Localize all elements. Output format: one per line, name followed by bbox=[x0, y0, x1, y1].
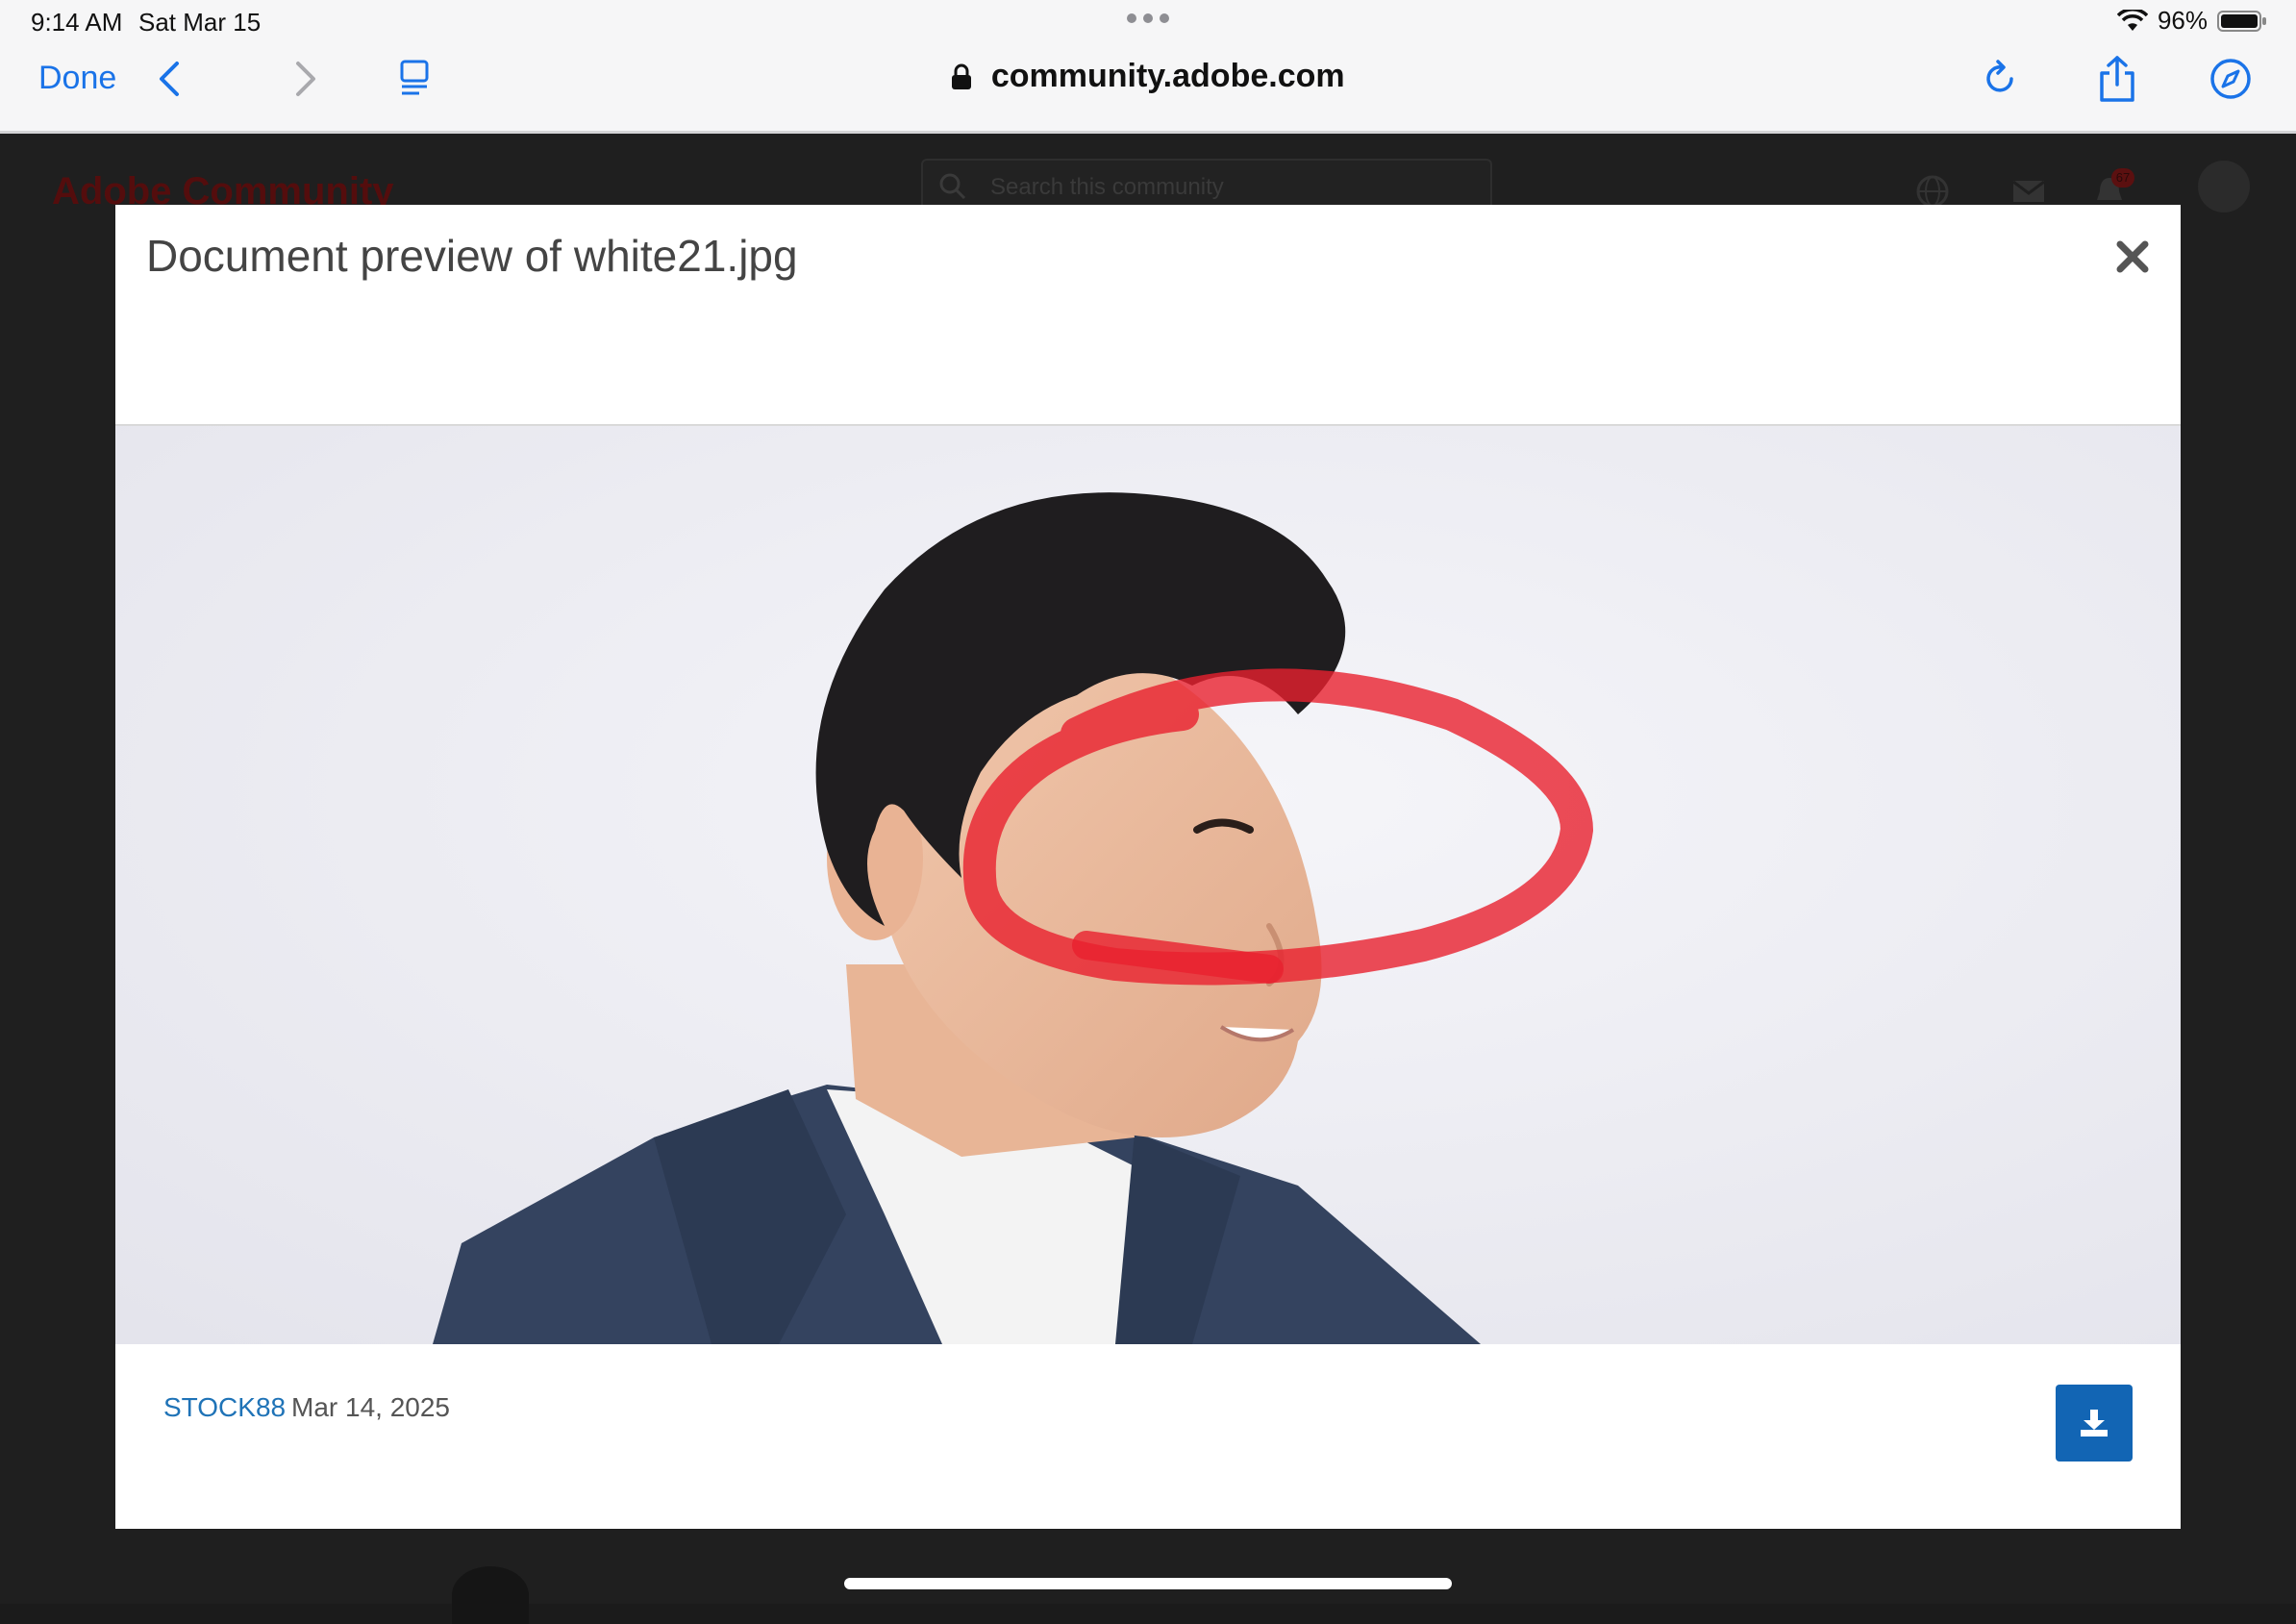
modal-title: Document preview of white21.jpg bbox=[146, 231, 798, 281]
battery-percentage: 96% bbox=[2157, 6, 2208, 35]
share-icon[interactable] bbox=[2096, 54, 2138, 104]
search-placeholder: Search this community bbox=[990, 174, 1224, 200]
download-icon bbox=[2081, 1410, 2108, 1437]
author-link[interactable]: STOCK88 bbox=[163, 1392, 286, 1423]
url-text: community.adobe.com bbox=[990, 58, 1345, 94]
reload-icon[interactable] bbox=[1981, 58, 2023, 100]
close-icon[interactable] bbox=[2115, 239, 2150, 274]
modal-header: Document preview of white21.jpg bbox=[115, 205, 2181, 426]
multitasking-dots-icon[interactable] bbox=[1127, 13, 1169, 23]
status-indicators: 96% bbox=[2116, 6, 2267, 36]
safari-toolbar: 9:14 AM Sat Mar 15 96% Done community.ad… bbox=[0, 0, 2296, 134]
compass-icon[interactable] bbox=[2209, 58, 2252, 100]
search-icon bbox=[939, 173, 966, 200]
notification-badge: 67 bbox=[2111, 168, 2134, 187]
upload-date: Mar 14, 2025 bbox=[291, 1392, 450, 1422]
battery-icon bbox=[2217, 10, 2267, 33]
globe-icon bbox=[1916, 175, 1949, 208]
portrait-photo bbox=[115, 426, 2181, 1344]
wifi-icon bbox=[2116, 9, 2148, 33]
post-avatar bbox=[452, 1566, 529, 1624]
home-indicator[interactable] bbox=[844, 1578, 1452, 1589]
status-date: Sat Mar 15 bbox=[138, 8, 262, 37]
document-preview-modal: Document preview of white21.jpg STOCK88 … bbox=[115, 205, 2181, 1529]
address-bar[interactable]: community.adobe.com bbox=[0, 58, 2296, 95]
status-time: 9:14 AM bbox=[31, 8, 123, 37]
lock-icon bbox=[952, 63, 972, 89]
mail-icon bbox=[2012, 180, 2045, 202]
modal-footer: STOCK88 Mar 14, 2025 bbox=[115, 1344, 2181, 1529]
user-avatar bbox=[2198, 161, 2250, 212]
image-preview bbox=[115, 426, 2181, 1344]
download-button[interactable] bbox=[2056, 1385, 2133, 1462]
